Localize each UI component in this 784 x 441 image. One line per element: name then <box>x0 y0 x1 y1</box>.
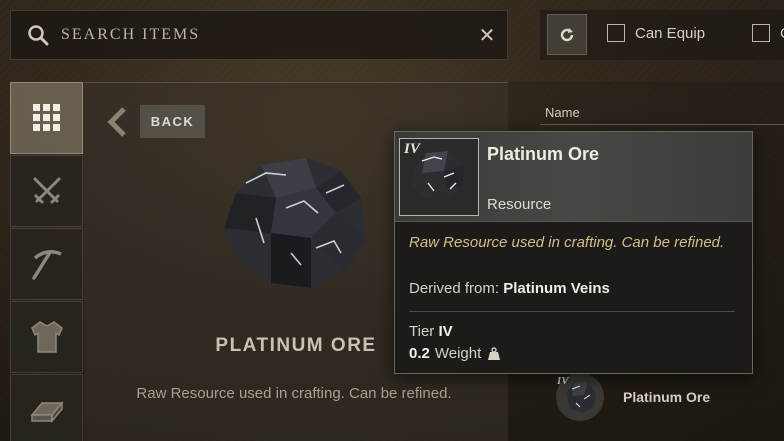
category-resources[interactable] <box>10 374 83 441</box>
item-tooltip: IV Platinum Ore Resource Raw Resource us… <box>394 131 753 374</box>
header-divider <box>540 124 784 125</box>
tier-badge: IV <box>404 141 420 157</box>
tooltip-weight: 0.2 Weight <box>409 345 501 362</box>
can-equip-label: Can Equip <box>635 24 706 42</box>
tooltip-tier: Tier IV <box>409 323 453 340</box>
item-description: Raw Resource used in crafting. Can be re… <box>136 385 452 402</box>
weight-icon <box>488 346 501 360</box>
tier-value: IV <box>438 323 453 340</box>
back-button[interactable]: BACK <box>140 105 205 138</box>
tooltip-derived-from: Derived from: Platinum Veins <box>409 280 610 297</box>
category-all[interactable] <box>10 82 83 154</box>
search-icon <box>28 25 49 46</box>
can-equip-checkbox[interactable] <box>607 24 625 42</box>
refresh-button[interactable] <box>547 14 587 55</box>
grid-icon <box>32 104 60 131</box>
refresh-icon <box>560 27 574 41</box>
name-column-header[interactable]: Name <box>545 105 580 120</box>
swords-icon <box>33 177 60 204</box>
tooltip-header: IV Platinum Ore Resource <box>395 132 752 222</box>
category-sidebar <box>10 82 83 441</box>
item-thumbnail: IV <box>554 371 606 423</box>
second-filter[interactable]: C <box>752 24 784 42</box>
clear-icon[interactable]: ✕ <box>467 15 507 55</box>
tooltip-item-type: Resource <box>487 196 552 213</box>
tier-prefix: Tier <box>409 323 435 340</box>
tooltip-item-name: Platinum Ore <box>487 144 600 164</box>
armor-icon <box>30 321 63 353</box>
second-filter-label: C <box>780 25 784 42</box>
svg-text:IV: IV <box>556 375 570 387</box>
list-item-name: Platinum Ore <box>623 389 711 405</box>
ingot-icon <box>29 400 64 424</box>
derived-source: Platinum Veins <box>503 280 610 297</box>
search-bar[interactable]: ✕ <box>10 10 508 60</box>
search-input[interactable] <box>61 26 467 44</box>
pickaxe-icon <box>31 250 62 280</box>
weight-label: Weight <box>434 345 482 362</box>
list-item[interactable]: IV Platinum Ore <box>540 370 784 424</box>
tooltip-divider <box>409 311 735 312</box>
ore-image <box>224 158 366 288</box>
tooltip-description: Raw Resource used in crafting. Can be re… <box>409 234 725 251</box>
second-filter-checkbox[interactable] <box>752 24 770 42</box>
category-tools[interactable] <box>10 228 83 300</box>
derived-prefix: Derived from: <box>409 280 500 297</box>
weight-value: 0.2 <box>409 345 430 362</box>
can-equip-filter[interactable]: Can Equip <box>607 24 705 42</box>
tooltip-item-icon: IV <box>399 138 479 216</box>
ore-icon: IV <box>556 373 604 421</box>
category-armor[interactable] <box>10 301 83 373</box>
chevron-left-icon[interactable] <box>106 107 128 137</box>
category-weapons[interactable] <box>10 155 83 227</box>
